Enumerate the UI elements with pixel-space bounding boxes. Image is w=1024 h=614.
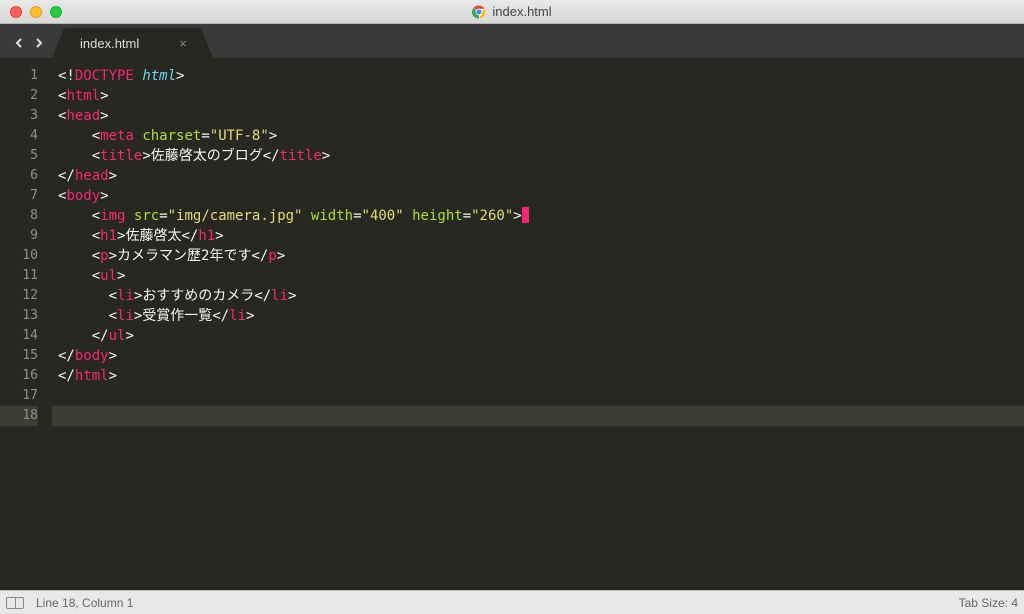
minimize-window-button[interactable]: [30, 6, 42, 18]
line-number: 11: [0, 266, 38, 286]
window-titlebar: index.html: [0, 0, 1024, 24]
code-line[interactable]: <p>カメラマン歴2年です</p>: [52, 246, 1024, 266]
code-line[interactable]: [52, 406, 1024, 426]
code-line[interactable]: </ul>: [52, 326, 1024, 346]
code-line[interactable]: </body>: [52, 346, 1024, 366]
code-line[interactable]: <head>: [52, 106, 1024, 126]
line-number: 5: [0, 146, 38, 166]
nav-back-button[interactable]: [12, 36, 26, 50]
line-number: 4: [0, 126, 38, 146]
line-number: 2: [0, 86, 38, 106]
code-line[interactable]: <!DOCTYPE html>: [52, 66, 1024, 86]
nav-forward-button[interactable]: [32, 36, 46, 50]
code-line[interactable]: [52, 386, 1024, 406]
line-number: 14: [0, 326, 38, 346]
line-number: 10: [0, 246, 38, 266]
line-number: 12: [0, 286, 38, 306]
code-line[interactable]: <title>佐藤啓太のブログ</title>: [52, 146, 1024, 166]
editor-window: index.html index.html × 1234567891011121…: [0, 0, 1024, 614]
line-number: 3: [0, 106, 38, 126]
traffic-lights: [0, 6, 62, 18]
window-title-text: index.html: [492, 4, 551, 19]
file-tab[interactable]: index.html ×: [64, 28, 201, 58]
code-line[interactable]: <meta charset="UTF-8">: [52, 126, 1024, 146]
maximize-window-button[interactable]: [50, 6, 62, 18]
tab-filename: index.html: [80, 36, 139, 51]
line-number: 8: [0, 206, 38, 226]
code-line[interactable]: <li>おすすめのカメラ</li>: [52, 286, 1024, 306]
panel-switch-icon[interactable]: [6, 597, 24, 609]
line-number: 13: [0, 306, 38, 326]
line-number-gutter: 123456789101112131415161718: [0, 66, 52, 590]
code-line[interactable]: </html>: [52, 366, 1024, 386]
window-title: index.html: [0, 4, 1024, 19]
line-number: 17: [0, 386, 38, 406]
line-number: 9: [0, 226, 38, 246]
code-line[interactable]: </head>: [52, 166, 1024, 186]
line-number: 6: [0, 166, 38, 186]
code-line[interactable]: <img src="img/camera.jpg" width="400" he…: [52, 206, 1024, 226]
line-number: 1: [0, 66, 38, 86]
code-content[interactable]: <!DOCTYPE html><html><head> <meta charse…: [52, 66, 1024, 590]
line-number: 18: [0, 406, 38, 426]
line-number: 16: [0, 366, 38, 386]
code-line[interactable]: <body>: [52, 186, 1024, 206]
cursor-position-label[interactable]: Line 18, Column 1: [36, 596, 133, 610]
close-window-button[interactable]: [10, 6, 22, 18]
editor-area[interactable]: 123456789101112131415161718 <!DOCTYPE ht…: [0, 58, 1024, 590]
code-line[interactable]: <h1>佐藤啓太</h1>: [52, 226, 1024, 246]
chrome-favicon-icon: [472, 5, 486, 19]
close-tab-button[interactable]: ×: [179, 36, 187, 51]
line-number: 7: [0, 186, 38, 206]
tab-bar: index.html ×: [0, 24, 1024, 58]
code-line[interactable]: <ul>: [52, 266, 1024, 286]
text-cursor: [522, 207, 529, 223]
tab-size-selector[interactable]: Tab Size: 4: [959, 596, 1018, 610]
line-number: 15: [0, 346, 38, 366]
code-line[interactable]: <li>受賞作一覧</li>: [52, 306, 1024, 326]
code-line[interactable]: <html>: [52, 86, 1024, 106]
status-bar: Line 18, Column 1 Tab Size: 4: [0, 590, 1024, 614]
